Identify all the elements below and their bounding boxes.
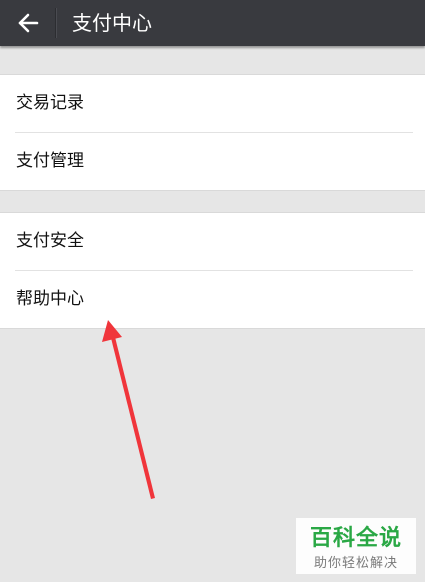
page-title: 支付中心 bbox=[72, 11, 152, 35]
back-arrow-icon bbox=[18, 13, 39, 33]
menu-item-payment-security[interactable]: 支付安全 bbox=[0, 213, 425, 270]
menu-item-label: 支付安全 bbox=[16, 231, 84, 251]
menu-item-help-center[interactable]: 帮助中心 bbox=[0, 271, 425, 328]
arrow-shaft bbox=[110, 333, 155, 499]
watermark-logo: 百科全说 助你轻松解决 bbox=[296, 518, 416, 574]
menu-group-2: 支付安全 帮助中心 bbox=[0, 212, 425, 329]
top-bar: 支付中心 bbox=[0, 0, 425, 46]
menu-item-label: 支付管理 bbox=[16, 151, 84, 171]
menu-item-payment-management[interactable]: 支付管理 bbox=[0, 133, 425, 190]
menu-group-1: 交易记录 支付管理 bbox=[0, 74, 425, 191]
watermark-title: 百科全说 bbox=[309, 526, 402, 551]
watermark-subtitle: 助你轻松解决 bbox=[313, 556, 398, 571]
menu-item-label: 帮助中心 bbox=[16, 289, 84, 309]
menu-item-transaction-records[interactable]: 交易记录 bbox=[0, 75, 425, 132]
header-divider bbox=[55, 8, 57, 38]
back-button[interactable] bbox=[10, 6, 46, 40]
menu-item-label: 交易记录 bbox=[16, 93, 84, 113]
